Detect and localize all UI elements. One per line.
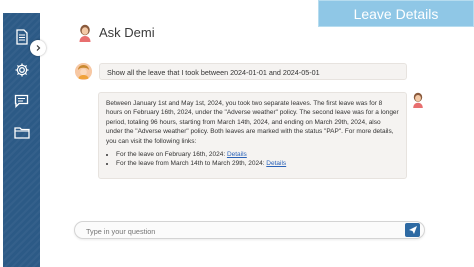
chevron-right-icon [36,45,41,51]
folder-icon[interactable] [12,123,31,142]
user-message: Show all the leave that I took between 2… [99,63,407,80]
list-item: For the leave from March 14th to March 2… [116,159,399,168]
details-link-2[interactable]: Details [266,160,286,167]
send-button[interactable] [405,223,420,237]
gear-icon[interactable] [12,60,31,79]
send-icon [408,226,417,234]
list-item: For the leave on February 16th, 2024: De… [116,150,399,159]
assistant-avatar [78,24,92,42]
sidebar-collapse-button[interactable] [30,40,46,56]
assistant-message: Between January 1st and May 1st, 2024, y… [98,92,407,179]
document-icon[interactable] [12,27,31,46]
details-link-1[interactable]: Details [227,151,247,158]
question-input-container [74,221,425,239]
link-item-text: For the leave from March 14th to March 2… [116,160,267,168]
chat-icon[interactable] [12,91,31,110]
question-input[interactable] [84,224,388,239]
page-title: Ask Demi [99,25,155,40]
user-avatar [75,63,92,80]
assistant-message-text: Between January 1st and May 1st, 2024, y… [106,100,399,145]
leave-details-banner: Leave Details [318,0,474,27]
details-link-list: For the leave on February 16th, 2024: De… [106,150,399,169]
assistant-message-avatar [412,92,424,108]
link-item-text: For the leave on February 16th, 2024: [116,151,227,159]
